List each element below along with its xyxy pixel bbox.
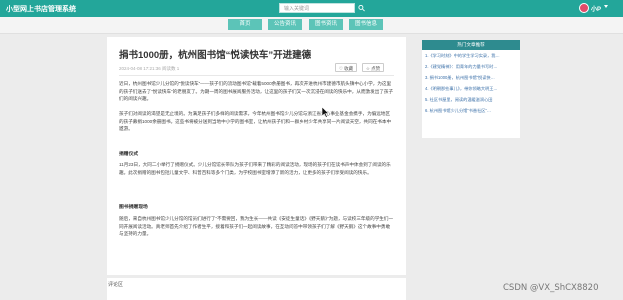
section-heading: 图书捐赠现场: [119, 205, 148, 210]
tab-home[interactable]: 首页: [228, 19, 262, 30]
username[interactable]: 小P: [591, 4, 601, 13]
article-panel: 捐书1000册，杭州图书馆“悦读快车”开进建德 2024-04-08 17:21…: [107, 37, 406, 275]
comment-label: 评论区: [108, 282, 124, 288]
sidebar-item[interactable]: 6. 杭州图书馆少儿分馆“书香社区”…: [425, 108, 518, 114]
mouse-cursor-icon: [322, 107, 330, 118]
sidebar-title: 热门文章推荐: [422, 40, 520, 50]
chevron-down-icon[interactable]: [604, 5, 608, 8]
divider: [119, 75, 394, 76]
sidebar-item[interactable]: 3. 捐书1000册，杭州图书馆“悦读快…: [425, 75, 518, 81]
tab-book-info[interactable]: 图书信息: [349, 19, 383, 30]
hot-articles-panel: 热门文章推荐 1.《学习时刻》中的学生学习实录，我… 2.《建党精神》：用青年的…: [422, 40, 520, 138]
sidebar-item[interactable]: 2.《建党精神》：用青年的力量书写时…: [425, 64, 518, 70]
tab-announcements[interactable]: 公告资讯: [268, 19, 302, 30]
article-paragraph: 孩子们对阅读的渴望是无止境的。为满足孩子们多样的阅读需求，今年杭州图书馆少儿分馆…: [119, 111, 392, 132]
avatar[interactable]: [579, 3, 589, 13]
sidebar-item[interactable]: 5. 社区书屋里，阅读的温暖滋润心田: [425, 97, 518, 103]
app-title: 小型网上书店管理系统: [6, 5, 76, 13]
sub-nav: 首页 公告资讯 图书资讯 图书信息: [0, 17, 623, 34]
search-icon[interactable]: [358, 4, 365, 12]
comment-section: 评论区: [107, 278, 406, 300]
sidebar-item[interactable]: 4.《明朝那些事儿》，带你领略大明王…: [425, 86, 518, 92]
favorite-button[interactable]: ♡ 收藏: [335, 63, 357, 72]
article-paragraph: 近日，杭州图书馆少儿分馆的“悦读快车”——孩子们的流动图书馆”载着5000余册图…: [119, 81, 394, 102]
sidebar-item[interactable]: 1.《学习时刻》中的学生学习实录，我…: [425, 53, 518, 59]
search-input[interactable]: 输入关键词: [279, 3, 355, 13]
page-title: 捐书1000册，杭州图书馆“悦读快车”开进建德: [119, 50, 312, 61]
watermark: CSDN @VX_ShCX8820: [503, 283, 599, 293]
like-button[interactable]: ☆ 点赞: [362, 63, 384, 72]
article-paragraph: 随后，来自杭州图书馆少儿分馆的馆员们进行了“不需要回，我为生长——共读《安徒生童…: [119, 216, 394, 237]
tab-book-news[interactable]: 图书资讯: [309, 19, 343, 30]
section-heading: 捐赠仪式: [119, 152, 139, 157]
article-paragraph: 11月23日，大同二小举行了捐赠仪式。少儿分馆馆长带队为孩子们带来了精彩的阅读活…: [119, 162, 391, 175]
article-meta: 2024-04-08 17:21:36 阅读数 1: [119, 66, 180, 71]
